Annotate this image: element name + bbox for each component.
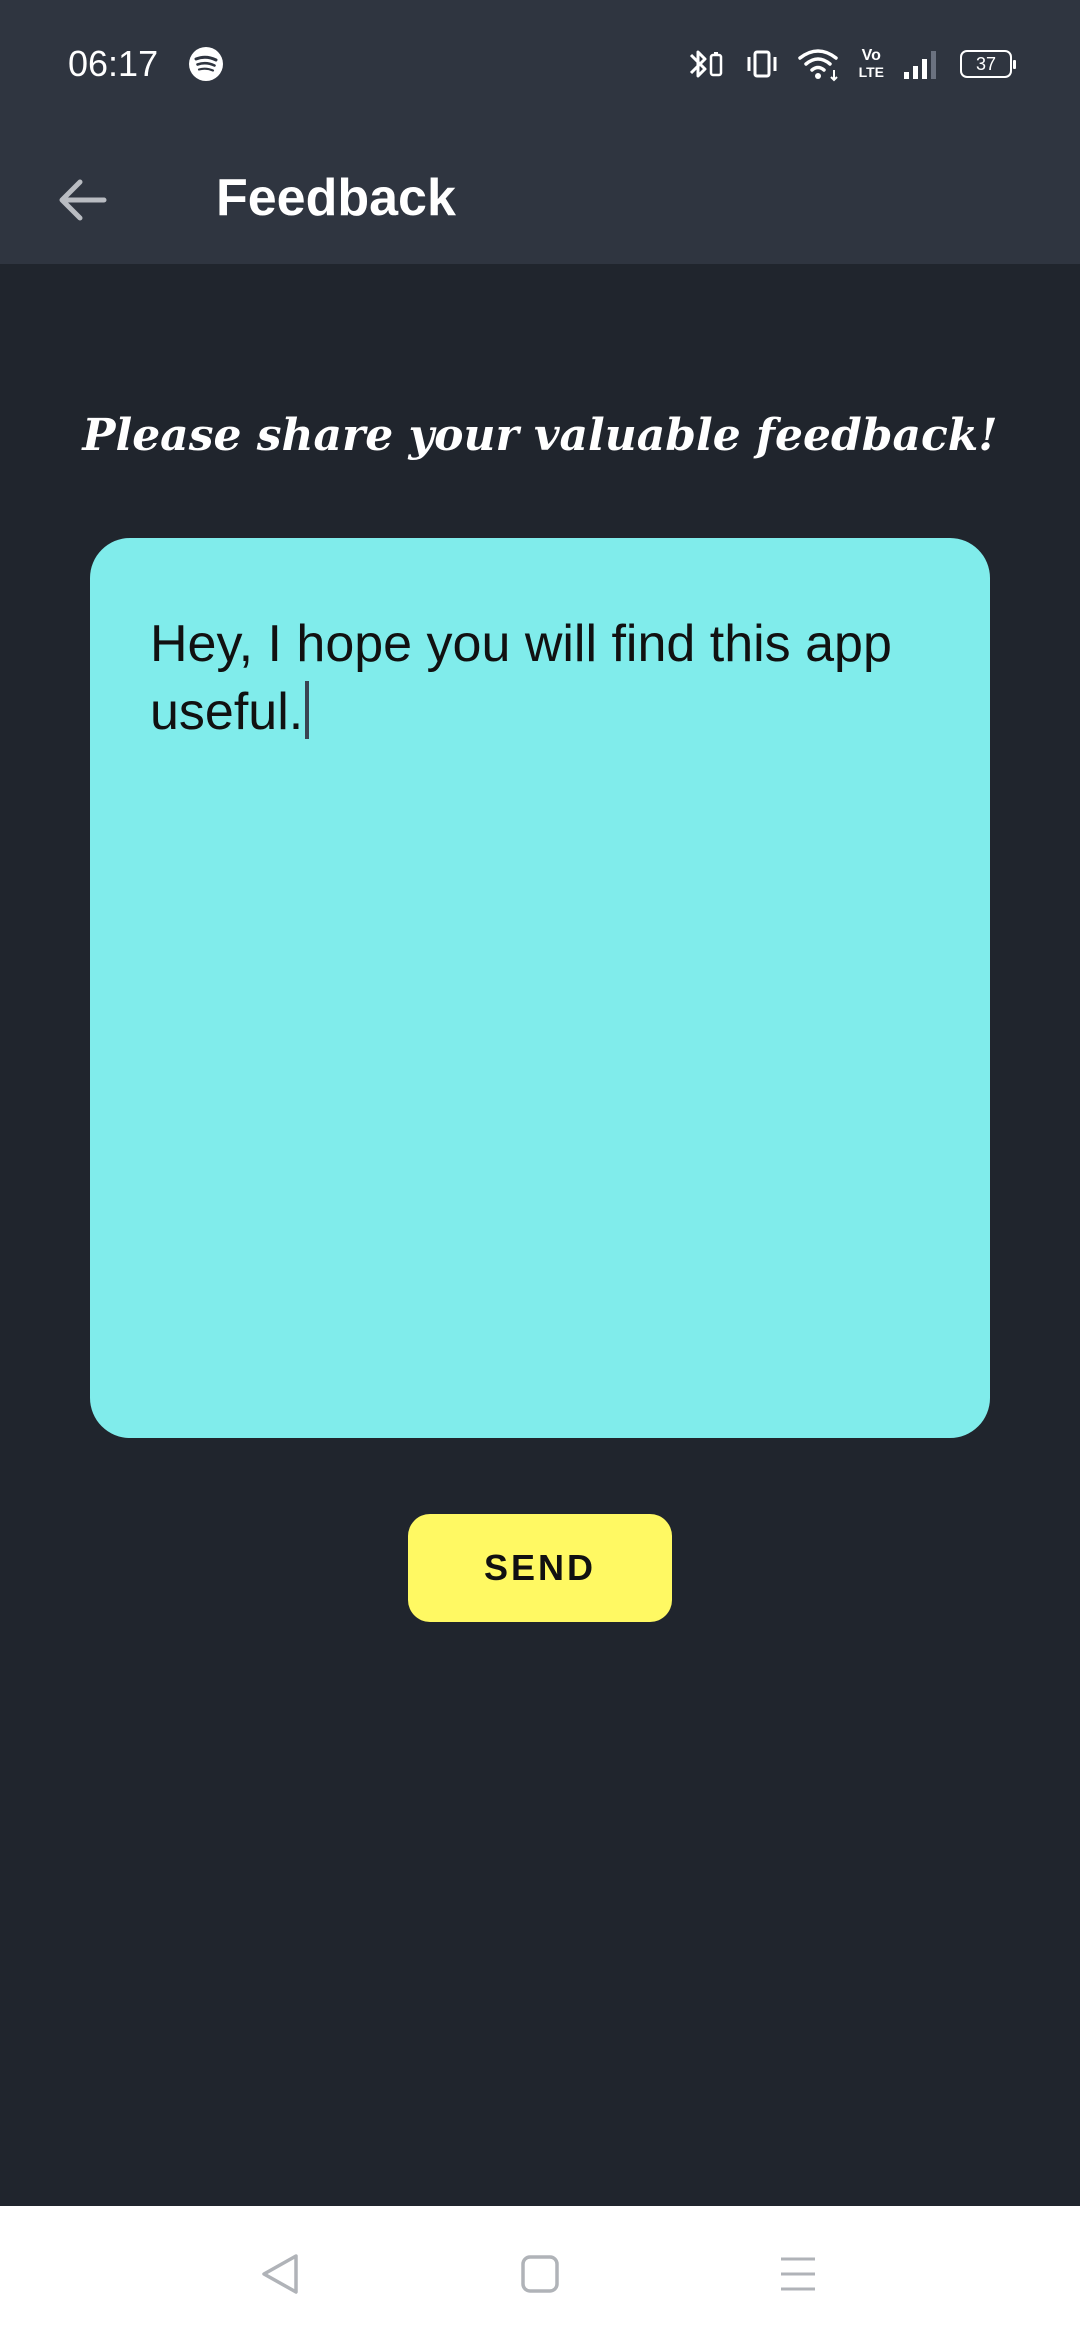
back-button[interactable] <box>40 158 124 242</box>
feedback-input-value: Hey, I hope you will find this app usefu… <box>150 615 907 741</box>
volte-label-top: Vo <box>861 47 881 64</box>
volte-icon: Vo LTE <box>858 47 884 81</box>
feedback-prompt: Please share your valuable feedback! <box>82 410 998 461</box>
nav-menu-icon <box>781 2257 815 2291</box>
send-button[interactable]: SEND <box>408 1514 672 1622</box>
page-title: Feedback <box>216 169 456 227</box>
status-bar: 06:17 Vo LTE 37 <box>0 0 1080 132</box>
battery-icon: 37 <box>960 50 1016 78</box>
feedback-input[interactable]: Hey, I hope you will find this app usefu… <box>90 538 990 1438</box>
signal-icon <box>904 51 936 79</box>
text-cursor <box>305 681 310 739</box>
nav-home-button[interactable] <box>500 2234 580 2314</box>
wifi-icon <box>797 49 838 82</box>
battery-level: 37 <box>975 54 997 74</box>
spotify-icon <box>189 47 223 81</box>
app-bar: Feedback <box>0 132 1080 264</box>
nav-back-button[interactable] <box>240 2234 320 2314</box>
arrow-left-icon <box>59 179 107 221</box>
nav-back-icon <box>262 2254 298 2294</box>
status-time: 06:17 <box>68 43 159 84</box>
nav-menu-button[interactable] <box>758 2234 838 2314</box>
status-icons: Vo LTE 37 <box>687 44 1016 84</box>
volte-label-bottom: LTE <box>858 64 884 80</box>
bluetooth-icon <box>689 50 722 78</box>
system-nav-bar <box>0 2206 1080 2340</box>
screen: 06:17 Vo LTE 37 Feedback Please share yo… <box>0 0 1080 2340</box>
nav-home-icon <box>521 2255 559 2293</box>
vibrate-icon <box>747 50 777 78</box>
